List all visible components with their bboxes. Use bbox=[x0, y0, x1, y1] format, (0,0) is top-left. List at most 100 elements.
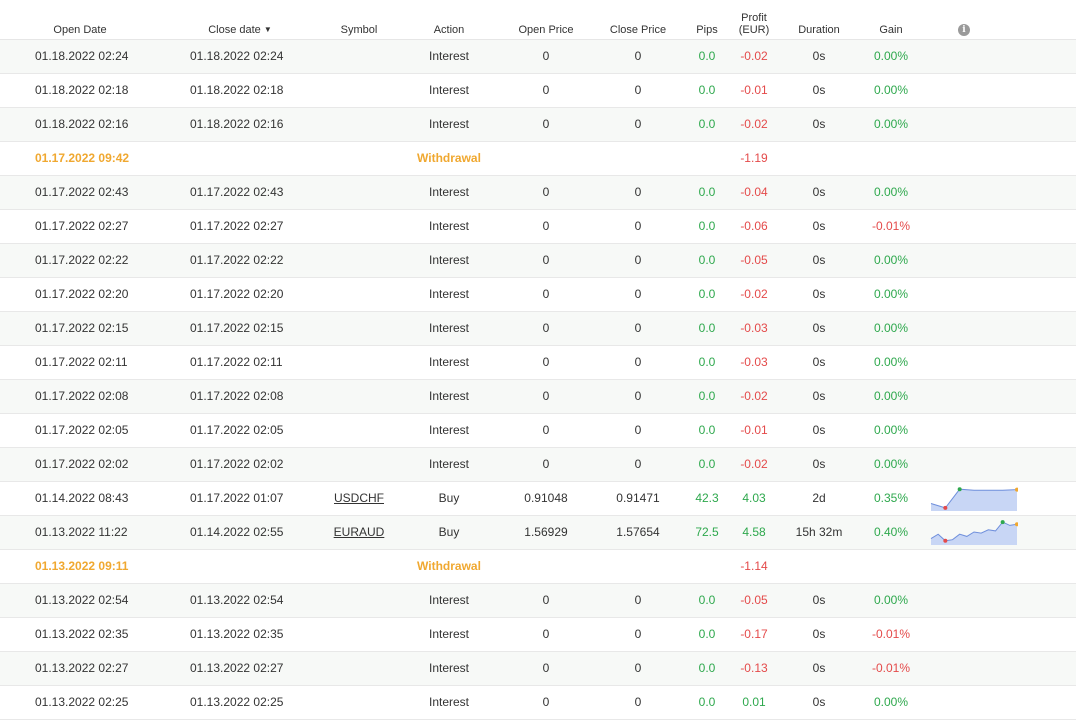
profit-cell: -0.02 bbox=[740, 389, 768, 403]
action-cell: Interest bbox=[428, 661, 470, 675]
table-row: 01.13.2022 11:22 01.14.2022 02:55 EURAUD Bu… bbox=[0, 515, 1076, 549]
duration-cell: 0s bbox=[812, 287, 826, 301]
action-cell: Buy bbox=[438, 491, 460, 505]
profit-cell: -1.14 bbox=[740, 559, 768, 573]
pips-cell bbox=[684, 141, 730, 175]
profit-cell: -0.06 bbox=[740, 219, 768, 233]
symbol-cell bbox=[320, 651, 398, 685]
chart-cell bbox=[922, 107, 1076, 141]
header-action[interactable]: Action bbox=[398, 0, 500, 40]
symbol-link[interactable]: USDCHF bbox=[334, 491, 384, 505]
open-date-cell: 01.17.2022 02:15 bbox=[35, 321, 129, 335]
profit-cell: -0.01 bbox=[740, 83, 768, 97]
action-cell: Interest bbox=[428, 83, 470, 97]
header-duration[interactable]: Duration bbox=[778, 0, 860, 40]
pips-cell: 0.0 bbox=[698, 627, 716, 641]
header-pips[interactable]: Pips bbox=[684, 0, 730, 40]
profit-cell: 0.01 bbox=[742, 695, 766, 709]
info-icon[interactable]: i bbox=[958, 23, 970, 36]
pips-cell: 0.0 bbox=[698, 253, 716, 267]
sparkline-min-point bbox=[943, 505, 948, 510]
gain-cell: -0.01% bbox=[871, 627, 911, 641]
symbol-cell bbox=[320, 107, 398, 141]
symbol-cell bbox=[320, 175, 398, 209]
header-close-price[interactable]: Close Price bbox=[592, 0, 684, 40]
table-header-row: Open Date Close date ▼ Symbol Action Ope… bbox=[0, 0, 1076, 40]
symbol-cell bbox=[320, 277, 398, 311]
pips-cell: 0.0 bbox=[698, 593, 716, 607]
gain-cell: 0.00% bbox=[873, 83, 909, 97]
close-price-cell: 0 bbox=[634, 49, 642, 63]
symbol-cell bbox=[320, 685, 398, 719]
pips-cell: 0.0 bbox=[698, 457, 716, 471]
close-date-cell: 01.13.2022 02:35 bbox=[190, 627, 284, 641]
action-cell: Interest bbox=[428, 321, 470, 335]
chart-cell bbox=[922, 39, 1076, 73]
duration-cell bbox=[778, 549, 860, 583]
action-cell: Interest bbox=[428, 593, 470, 607]
header-open-date[interactable]: Open Date bbox=[0, 0, 160, 40]
symbol-link[interactable]: EURAUD bbox=[334, 525, 385, 539]
profit-cell: 4.58 bbox=[742, 525, 766, 539]
profit-cell: -0.02 bbox=[740, 287, 768, 301]
duration-cell bbox=[778, 141, 860, 175]
open-price-cell bbox=[500, 549, 592, 583]
pips-cell bbox=[684, 549, 730, 583]
action-cell: Interest bbox=[428, 253, 470, 267]
close-date-cell: 01.17.2022 02:05 bbox=[190, 423, 284, 437]
chart-cell bbox=[922, 583, 1076, 617]
pips-cell: 0.0 bbox=[698, 185, 716, 199]
symbol-cell bbox=[320, 583, 398, 617]
header-info: i bbox=[922, 0, 1076, 40]
header-gain[interactable]: Gain bbox=[860, 0, 922, 40]
close-date-cell: 01.13.2022 02:54 bbox=[190, 593, 284, 607]
sparkline-max-point bbox=[957, 487, 962, 492]
open-price-cell: 0 bbox=[542, 253, 550, 267]
pips-cell: 0.0 bbox=[698, 287, 716, 301]
profit-cell: -0.17 bbox=[740, 627, 768, 641]
duration-cell: 15h 32m bbox=[795, 525, 843, 539]
close-price-cell: 0.91471 bbox=[616, 491, 660, 505]
close-price-cell: 0 bbox=[634, 423, 642, 437]
table-row: 01.13.2022 02:35 01.13.2022 02:35 Interest… bbox=[0, 617, 1076, 651]
pips-cell: 0.0 bbox=[698, 389, 716, 403]
open-date-cell: 01.17.2022 09:42 bbox=[35, 151, 130, 165]
action-cell: Interest bbox=[428, 355, 470, 369]
chart-cell bbox=[922, 481, 1076, 515]
chart-cell bbox=[922, 141, 1076, 175]
table-row: 01.17.2022 02:11 01.17.2022 02:11 Interest… bbox=[0, 345, 1076, 379]
chart-cell bbox=[922, 549, 1076, 583]
symbol-cell bbox=[320, 141, 398, 175]
chart-cell bbox=[922, 209, 1076, 243]
pips-cell: 0.0 bbox=[698, 321, 716, 335]
symbol-cell bbox=[320, 549, 398, 583]
open-date-cell: 01.17.2022 02:20 bbox=[35, 287, 129, 301]
profit-cell: -0.05 bbox=[740, 253, 768, 267]
close-date-cell: 01.17.2022 02:11 bbox=[190, 355, 283, 369]
close-price-cell: 1.57654 bbox=[616, 525, 660, 539]
table-row: 01.18.2022 02:24 01.18.2022 02:24 Interest… bbox=[0, 39, 1076, 73]
open-price-cell: 0 bbox=[542, 355, 550, 369]
header-symbol[interactable]: Symbol bbox=[320, 0, 398, 40]
header-profit[interactable]: Profit (EUR) bbox=[730, 0, 778, 40]
profit-cell: -0.13 bbox=[740, 661, 768, 675]
table-row: 01.13.2022 02:54 01.13.2022 02:54 Interest… bbox=[0, 583, 1076, 617]
chart-cell bbox=[922, 311, 1076, 345]
sort-desc-icon: ▼ bbox=[263, 24, 272, 34]
header-open-price[interactable]: Open Price bbox=[500, 0, 592, 40]
close-price-cell: 0 bbox=[634, 253, 642, 267]
gain-cell: 0.00% bbox=[873, 185, 909, 199]
header-close-date[interactable]: Close date ▼ bbox=[160, 0, 320, 40]
table-row: 01.13.2022 02:25 01.13.2022 02:25 Interest… bbox=[0, 685, 1076, 719]
close-price-cell: 0 bbox=[634, 83, 642, 97]
sparkline-max-point bbox=[1000, 520, 1005, 525]
action-cell: Interest bbox=[428, 185, 470, 199]
pips-cell: 0.0 bbox=[698, 695, 716, 709]
duration-cell: 0s bbox=[812, 423, 826, 437]
open-date-cell: 01.13.2022 02:27 bbox=[35, 661, 129, 675]
close-date-cell: 01.14.2022 02:55 bbox=[190, 525, 284, 539]
symbol-cell bbox=[320, 345, 398, 379]
profit-cell: -0.01 bbox=[740, 423, 768, 437]
duration-cell: 0s bbox=[812, 117, 826, 131]
gain-cell: 0.00% bbox=[873, 389, 909, 403]
